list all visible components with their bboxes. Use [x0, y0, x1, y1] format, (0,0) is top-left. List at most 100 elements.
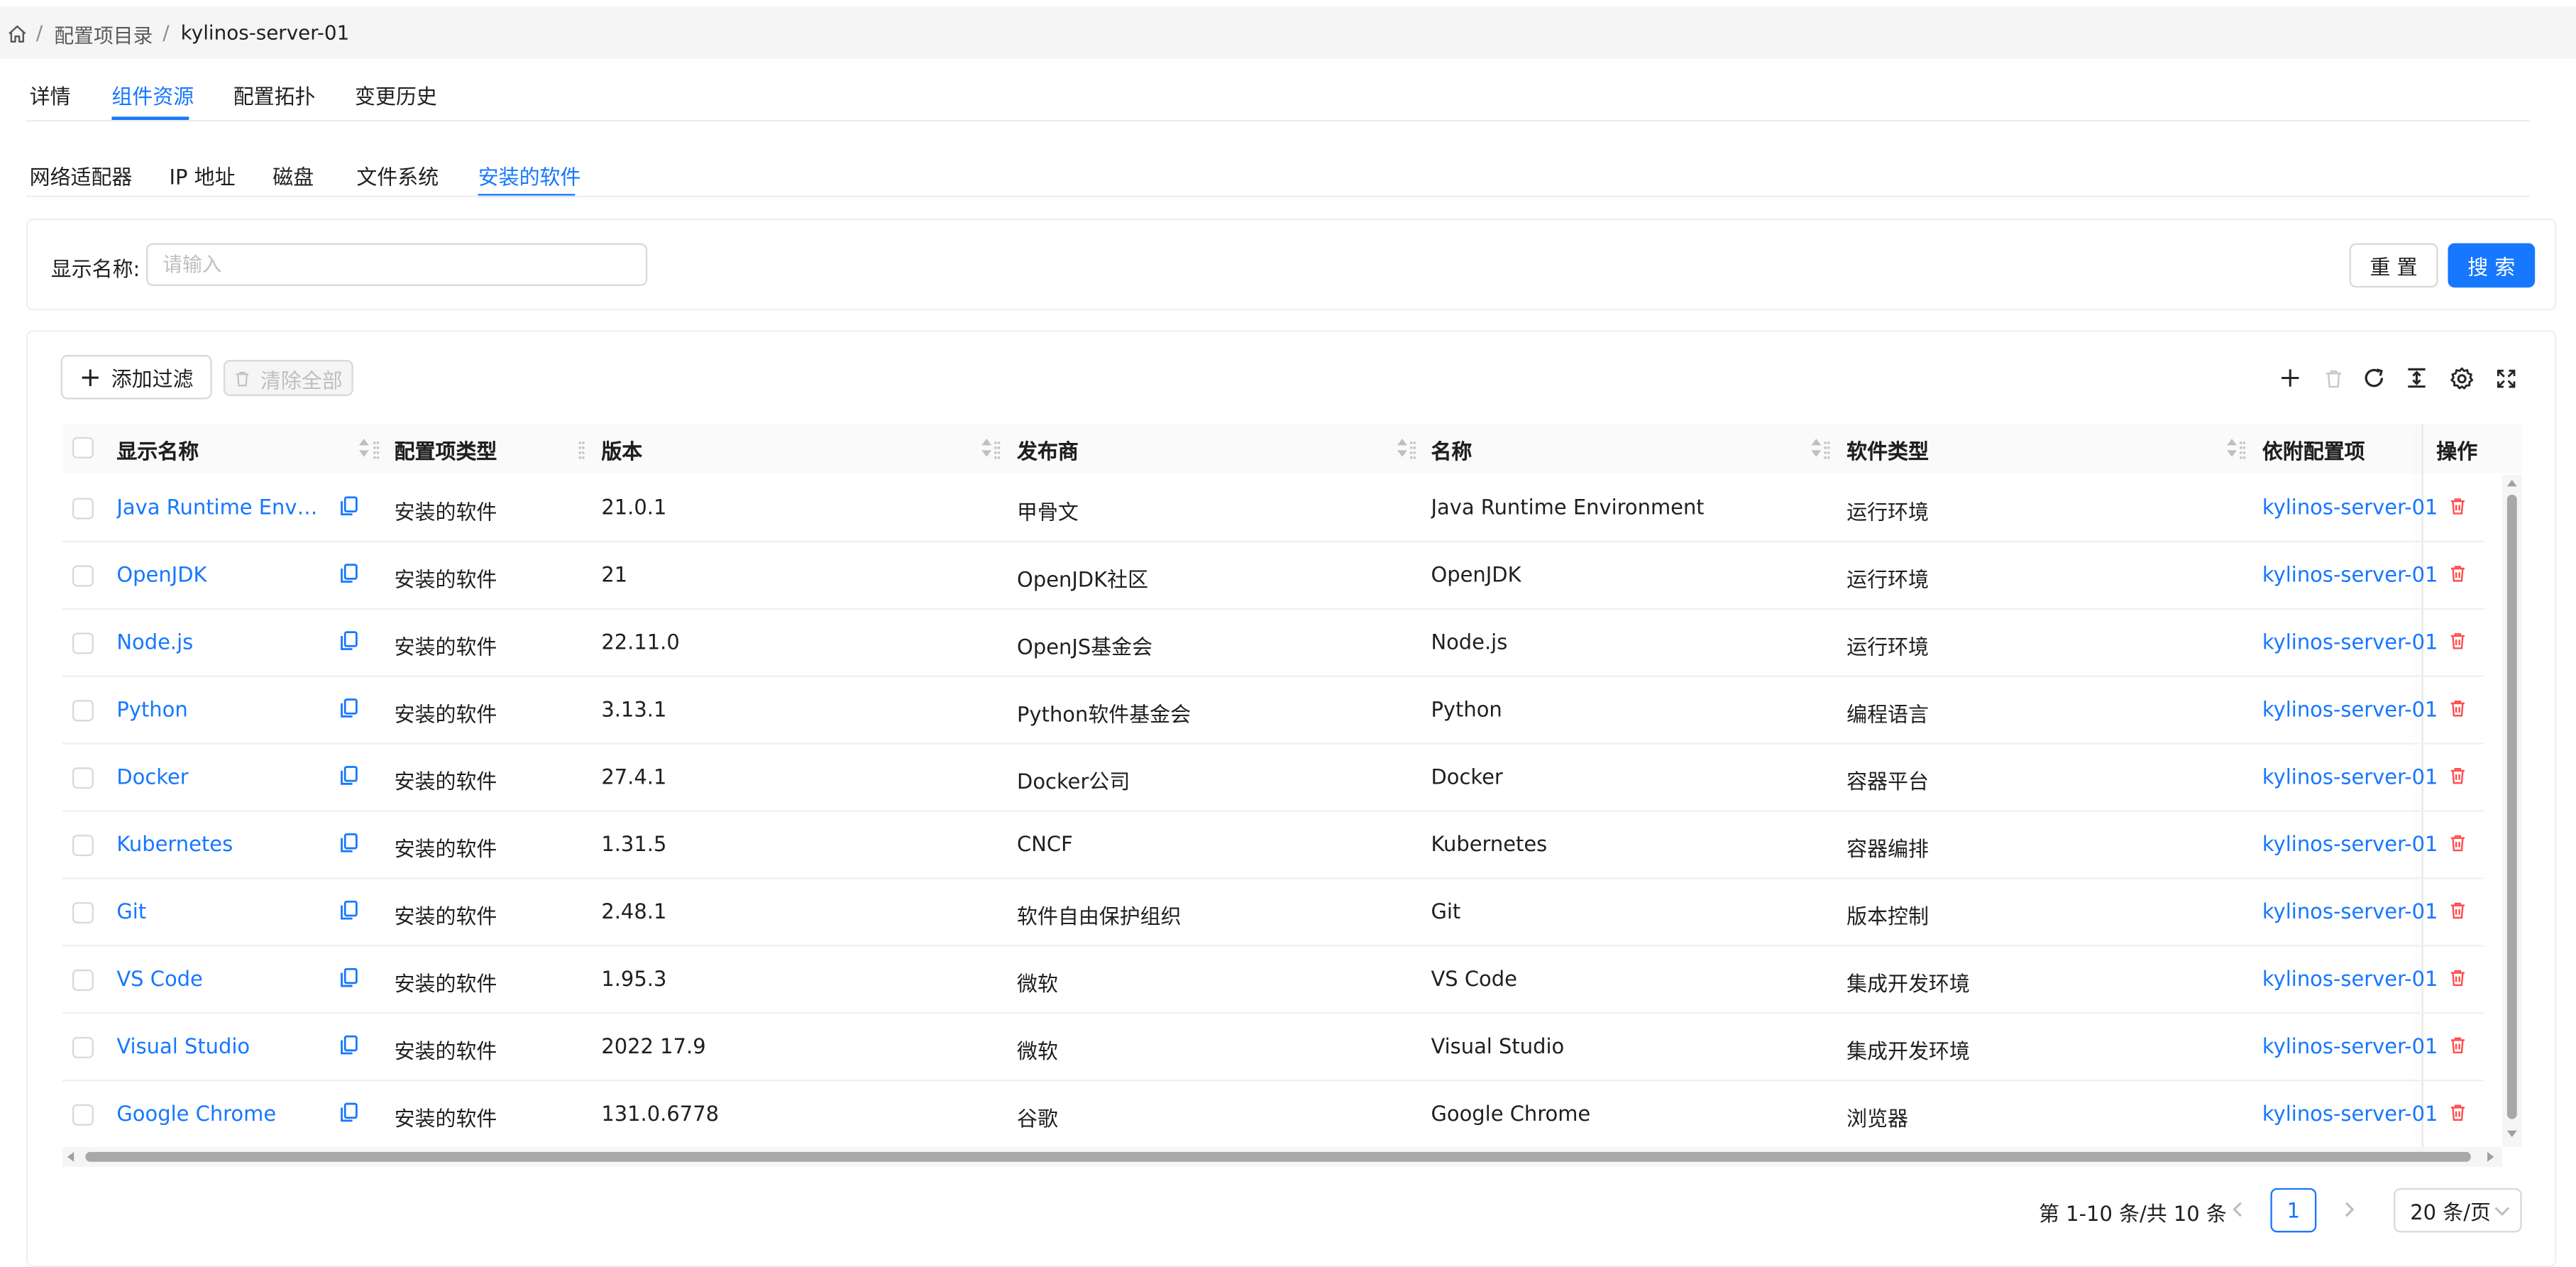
delete-row-icon[interactable] — [2446, 966, 2469, 989]
scroll-right-icon[interactable] — [2484, 1151, 2497, 1164]
copy-icon[interactable] — [337, 697, 360, 720]
column-header-attached-ci[interactable]: 依附配置项 — [2262, 426, 2365, 472]
table-row[interactable]: Python 安装的软件 3.13.1 Python软件基金会 Python 编… — [0, 677, 2576, 745]
attached-ci-link[interactable]: kylinos-server-01 — [2262, 899, 2438, 923]
attached-ci-link[interactable]: kylinos-server-01 — [2262, 697, 2438, 722]
subtab-ip-addresses[interactable]: IP 地址 — [169, 160, 235, 191]
display-name-link[interactable]: Visual Studio — [116, 1033, 320, 1058]
row-checkbox[interactable] — [72, 498, 94, 520]
row-checkbox[interactable] — [72, 767, 94, 789]
row-checkbox[interactable] — [72, 1104, 94, 1126]
row-checkbox[interactable] — [72, 835, 94, 857]
sort-icon[interactable] — [1810, 437, 1822, 459]
delete-row-icon[interactable] — [2446, 697, 2469, 720]
copy-icon[interactable] — [337, 1033, 360, 1056]
delete-row-icon[interactable] — [2446, 1101, 2469, 1124]
page-size-select[interactable]: 20 条/页 — [2394, 1188, 2522, 1233]
display-name-link[interactable]: Java Runtime Environ... — [116, 495, 320, 520]
display-name-link[interactable]: Kubernetes — [116, 831, 320, 856]
row-checkbox[interactable] — [72, 632, 94, 654]
reset-button[interactable]: 重 置 — [2349, 243, 2438, 288]
fullscreen-icon[interactable] — [2492, 365, 2519, 391]
sort-icon[interactable] — [1397, 437, 1408, 459]
column-header-name[interactable]: 名称 — [1431, 426, 1472, 472]
column-height-icon[interactable] — [2404, 365, 2430, 391]
delete-row-icon[interactable] — [2446, 1033, 2469, 1056]
attached-ci-link[interactable]: kylinos-server-01 — [2262, 495, 2438, 520]
delete-row-icon[interactable] — [2446, 495, 2469, 517]
add-icon[interactable] — [2277, 365, 2303, 391]
row-checkbox[interactable] — [72, 969, 94, 992]
copy-icon[interactable] — [337, 831, 360, 854]
search-button[interactable]: 搜 索 — [2448, 243, 2536, 288]
attached-ci-link[interactable]: kylinos-server-01 — [2262, 1101, 2438, 1126]
tab-details[interactable]: 详情 — [30, 79, 71, 110]
copy-icon[interactable] — [337, 562, 360, 585]
tab-change-history[interactable]: 变更历史 — [355, 79, 437, 110]
horizontal-scrollbar[interactable] — [62, 1146, 2502, 1167]
copy-icon[interactable] — [337, 764, 360, 787]
table-row[interactable]: OpenJDK 安装的软件 21 OpenJDK社区 OpenJDK 运行环境 … — [0, 542, 2576, 610]
row-checkbox[interactable] — [72, 1036, 94, 1058]
table-row[interactable]: Git 安装的软件 2.48.1 软件自由保护组织 Git 版本控制 kylin… — [0, 879, 2576, 947]
add-filter-button[interactable]: + 添加过滤 — [60, 355, 212, 400]
delete-icon[interactable] — [2320, 365, 2346, 391]
display-name-link[interactable]: VS Code — [116, 966, 320, 991]
clear-all-button[interactable]: 清除全部 — [223, 360, 353, 396]
display-name-input[interactable] — [146, 243, 648, 286]
subtab-installed-software[interactable]: 安装的软件 — [478, 160, 581, 191]
delete-row-icon[interactable] — [2446, 899, 2469, 921]
subtab-network-adapters[interactable]: 网络适配器 — [30, 160, 133, 191]
attached-ci-link[interactable]: kylinos-server-01 — [2262, 764, 2438, 789]
column-resize-handle[interactable] — [578, 437, 585, 459]
table-row[interactable]: Docker 安装的软件 27.4.1 Docker公司 Docker 容器平台… — [0, 745, 2576, 812]
table-row[interactable]: Kubernetes 安装的软件 1.31.5 CNCF Kubernetes … — [0, 812, 2576, 879]
delete-row-icon[interactable] — [2446, 562, 2469, 585]
table-row[interactable]: Node.js 安装的软件 22.11.0 OpenJS基金会 Node.js … — [0, 610, 2576, 677]
table-row[interactable]: Java Runtime Environ... 安装的软件 21.0.1 甲骨文… — [0, 475, 2576, 542]
copy-icon[interactable] — [337, 966, 360, 989]
display-name-link[interactable]: OpenJDK — [116, 562, 320, 587]
column-header-publisher[interactable]: 发布商 — [1017, 426, 1079, 472]
sort-icon[interactable] — [981, 437, 992, 459]
display-name-link[interactable]: Docker — [116, 764, 320, 789]
row-checkbox[interactable] — [72, 901, 94, 924]
display-name-link[interactable]: Python — [116, 697, 320, 722]
attached-ci-link[interactable]: kylinos-server-01 — [2262, 831, 2438, 856]
table-row[interactable]: Visual Studio 安装的软件 2022 17.9 微软 Visual … — [0, 1014, 2576, 1081]
display-name-link[interactable]: Node.js — [116, 630, 320, 654]
subtab-file-systems[interactable]: 文件系统 — [356, 160, 439, 191]
subtab-disks[interactable]: 磁盘 — [273, 160, 314, 191]
display-name-link[interactable]: Google Chrome — [116, 1101, 320, 1126]
refresh-icon[interactable] — [2361, 365, 2387, 391]
vertical-scrollbar[interactable] — [2501, 475, 2522, 1147]
tab-components[interactable]: 组件资源 — [111, 79, 194, 110]
row-checkbox[interactable] — [72, 565, 94, 587]
row-checkbox[interactable] — [72, 700, 94, 722]
prev-page-icon[interactable] — [2226, 1198, 2249, 1221]
copy-icon[interactable] — [337, 630, 360, 652]
copy-icon[interactable] — [337, 899, 360, 921]
table-row[interactable]: VS Code 安装的软件 1.95.3 微软 VS Code 集成开发环境 k… — [0, 946, 2576, 1014]
column-header-software-type[interactable]: 软件类型 — [1846, 426, 1929, 472]
attached-ci-link[interactable]: kylinos-server-01 — [2262, 562, 2438, 587]
delete-row-icon[interactable] — [2446, 630, 2469, 652]
next-page-icon[interactable] — [2338, 1198, 2360, 1221]
column-header-ci-type[interactable]: 配置项类型 — [395, 426, 497, 472]
copy-icon[interactable] — [337, 495, 360, 517]
scroll-down-icon[interactable] — [2506, 1127, 2519, 1141]
column-header-version[interactable]: 版本 — [601, 426, 642, 472]
column-resize-handle[interactable] — [1409, 437, 1416, 459]
copy-icon[interactable] — [337, 1101, 360, 1124]
attached-ci-link[interactable]: kylinos-server-01 — [2262, 966, 2438, 991]
sort-icon[interactable] — [358, 437, 370, 459]
column-header-display-name[interactable]: 显示名称 — [116, 426, 199, 472]
table-row[interactable]: Google Chrome 安装的软件 131.0.6778 谷歌 Google… — [0, 1081, 2576, 1148]
attached-ci-link[interactable]: kylinos-server-01 — [2262, 1033, 2438, 1058]
vertical-scroll-thumb[interactable] — [2506, 494, 2517, 1119]
breadcrumb-ci-catalog[interactable]: 配置项目录 — [54, 21, 153, 49]
delete-row-icon[interactable] — [2446, 831, 2469, 854]
attached-ci-link[interactable]: kylinos-server-01 — [2262, 630, 2438, 654]
delete-row-icon[interactable] — [2446, 764, 2469, 787]
display-name-link[interactable]: Git — [116, 899, 320, 923]
